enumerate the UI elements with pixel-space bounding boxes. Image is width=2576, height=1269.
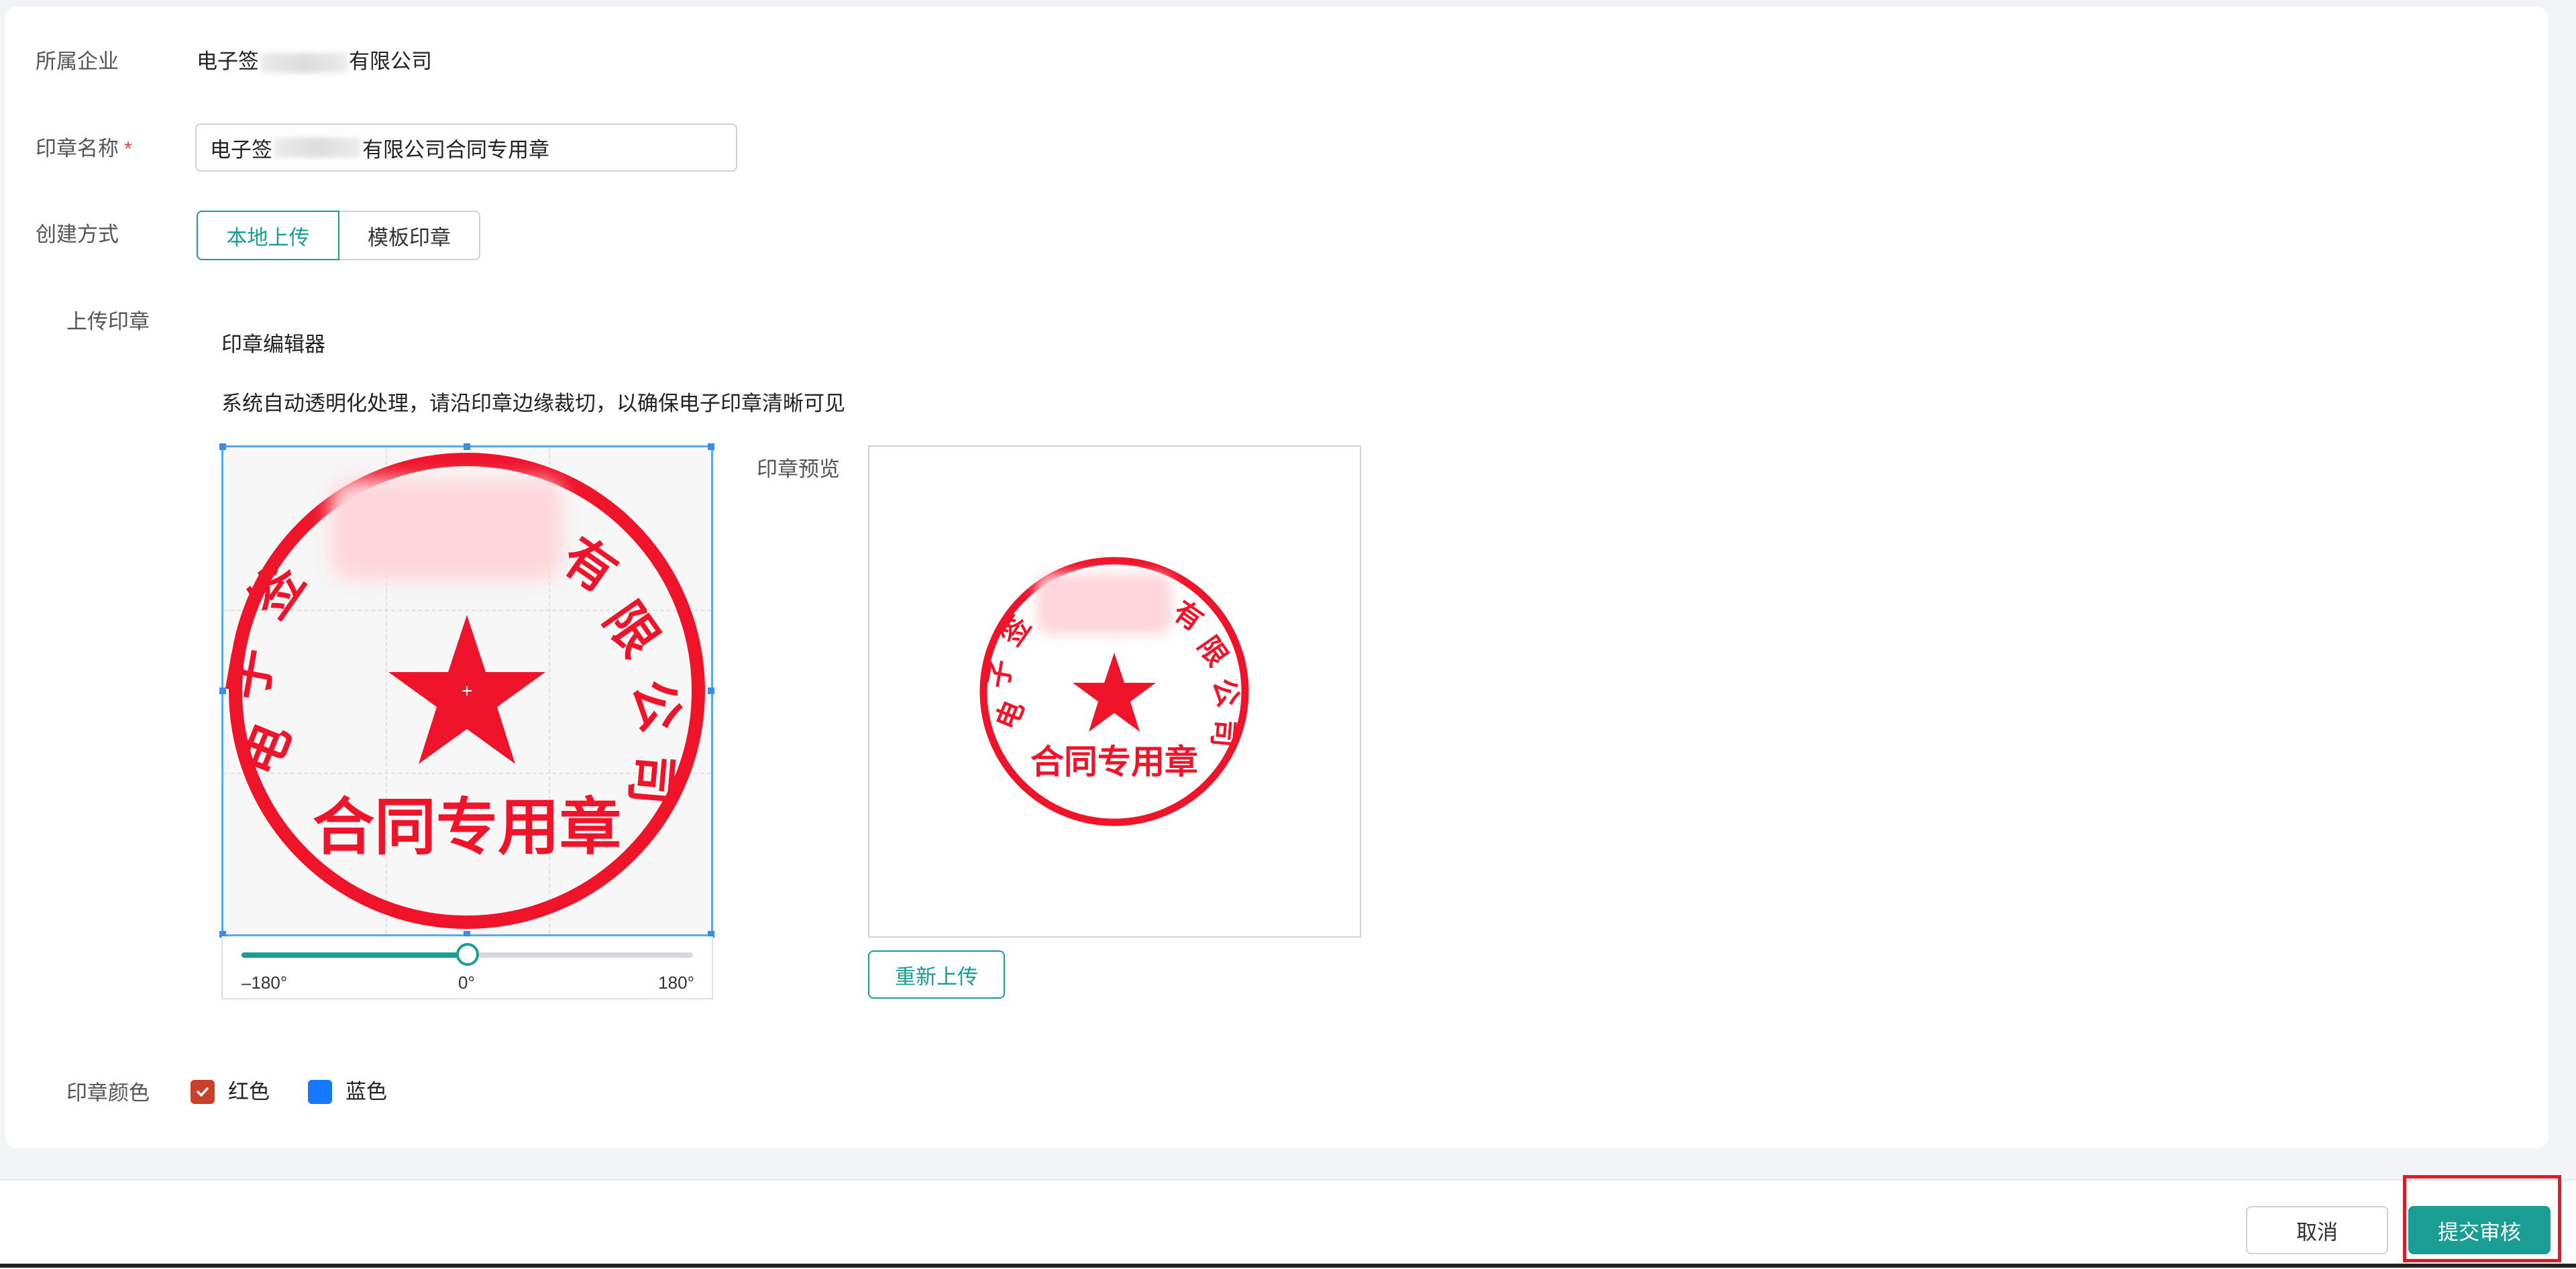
footer-bar [0,1179,2576,1269]
reupload-button[interactable]: 重新上传 [868,950,1005,999]
rotation-slider-knob[interactable] [455,943,479,966]
template-seal-tab[interactable]: 模板印章 [339,211,480,260]
preview-left-char-3: 签 [994,610,1037,652]
required-mark: * [124,137,133,160]
rotation-slider-fill [241,952,468,958]
seal-name-label: 印章名称 * [36,135,132,162]
redacted-blur [1037,574,1171,634]
crop-handle[interactable] [464,443,470,450]
seal-image-large: 电 子 签 有 限 公 司 合同专用章 [223,453,705,929]
red-option-label[interactable]: 红色 [228,1079,270,1105]
company-label: 所属企业 [36,50,119,73]
preview-right-char-4: 司 [1205,718,1240,749]
create-method-label: 创建方式 [36,223,119,246]
blue-checkbox[interactable] [308,1080,332,1104]
preview-bottom-text: 合同专用章 [1030,742,1198,781]
crop-handle[interactable] [708,687,714,694]
cancel-button[interactable]: 取消 [2246,1206,2388,1254]
crop-handle[interactable] [219,687,226,694]
redacted-blur [260,52,347,73]
rotation-tick-max: 180° [658,973,694,993]
seal-name-label-text: 印章名称 [36,137,119,160]
editor-title: 印章编辑器 [221,333,325,356]
upload-seal-label: 上传印章 [66,310,150,333]
seal-image-preview: 电 子 签 有 限 公 司 合同专用章 [979,557,1249,826]
seal-name-prefix: 电子签 [210,137,272,162]
seal-color-label: 印章颜色 [66,1081,150,1105]
preview-right-char-3: 公 [1206,675,1245,710]
seal-left-char-2: 子 [223,644,284,704]
preview-right-char-2: 限 [1191,630,1234,673]
seal-right-char-4: 司 [619,751,683,807]
seal-right-char-2: 限 [592,591,670,667]
company-prefix: 电子签 [197,50,259,73]
editor-hint: 系统自动透明化处理，请沿印章边缘裁切，以确保电子印章清晰可见 [221,392,845,415]
bottom-border [0,1264,2576,1268]
seal-right-char-1: 有 [552,526,628,604]
seal-crop-editor[interactable]: 电 子 签 有 限 公 司 合同专用章 [219,443,714,938]
rotation-slider-area: –180° 0° 180° [221,936,713,999]
create-method-segmented: 本地上传 模板印章 [197,211,480,260]
redacted-blur [331,480,562,580]
local-upload-tab[interactable]: 本地上传 [197,211,339,260]
seal-preview-label: 印章预览 [757,457,840,481]
preview-right-char-1: 有 [1167,594,1210,637]
preview-left-char-1: 电 [989,696,1030,734]
company-suffix: 有限公司 [349,50,432,73]
seal-bottom-text: 合同专用章 [313,791,621,863]
preview-left-char-2: 子 [981,657,1019,691]
seal-name-input[interactable]: 电子签 有限公司合同专用章 [195,123,737,172]
company-value: 电子签 有限公司 [197,48,432,75]
seal-preview-box: 电 子 签 有 限 公 司 合同专用章 [868,445,1361,938]
rotation-tick-mid: 0° [458,973,475,993]
red-checkbox[interactable] [191,1080,215,1104]
checkmark-icon [197,1087,209,1097]
crop-handle[interactable] [219,443,226,450]
crop-handle[interactable] [708,443,714,450]
submit-review-button[interactable]: 提交审核 [2408,1206,2551,1254]
seal-name-suffix: 有限公司合同专用章 [362,137,549,162]
rotation-tick-min: –180° [241,973,288,993]
seal-right-char-3: 公 [621,673,692,738]
blue-option-label[interactable]: 蓝色 [345,1079,387,1105]
redacted-blur [274,137,361,158]
